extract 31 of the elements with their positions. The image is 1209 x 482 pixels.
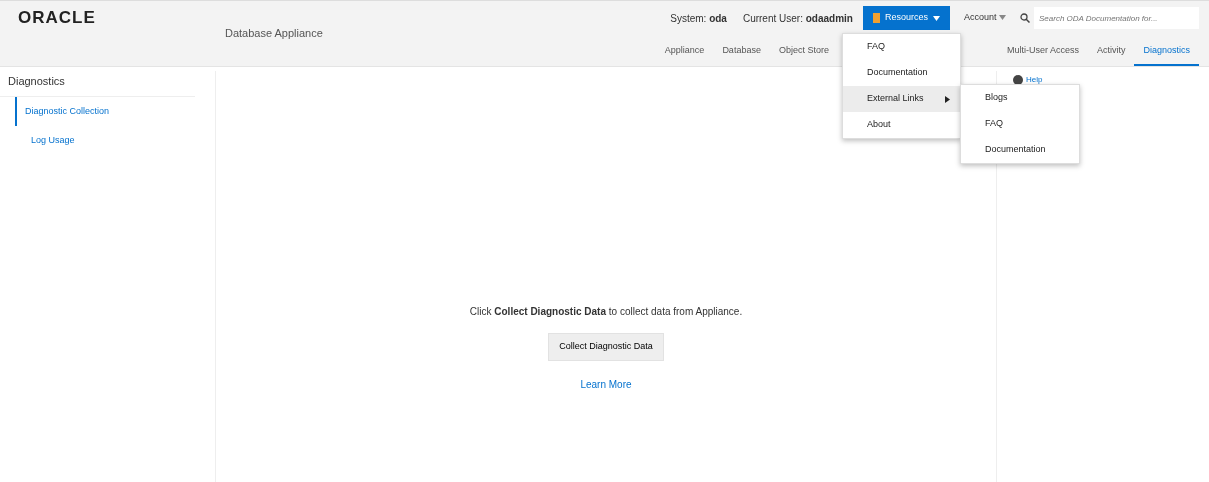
submenu-item[interactable]: Documentation [961, 137, 1079, 163]
oracle-logo: ORACLE [18, 7, 96, 29]
system-label: System: oda [670, 11, 727, 26]
menu-item[interactable]: Documentation [843, 60, 960, 86]
sidebar-item[interactable]: Log Usage [15, 126, 89, 156]
nav-tab[interactable]: Diagnostics [1134, 41, 1199, 66]
collect-diagnostic-data-button[interactable]: Collect Diagnostic Data [548, 333, 664, 361]
search-icon [1020, 13, 1030, 23]
account-menu-button[interactable]: Account [959, 9, 1010, 27]
sidebar-title: Diagnostics [0, 73, 195, 97]
sidebar-item[interactable]: Diagnostic Collection [15, 96, 124, 126]
help-link[interactable]: Help [1026, 76, 1043, 84]
menu-item[interactable]: FAQ [843, 34, 960, 60]
nav-tab[interactable]: Object Store [769, 41, 838, 66]
nav-tab[interactable]: Activity [1087, 41, 1135, 66]
caret-icon [932, 15, 940, 21]
nav-tab[interactable]: Appliance [655, 41, 714, 66]
menu-item[interactable]: External Links [843, 86, 960, 112]
submenu-item[interactable]: Blogs [961, 85, 1079, 111]
submenu-item[interactable]: FAQ [961, 111, 1079, 137]
product-name: Database Appliance [225, 26, 323, 41]
nav-tab[interactable]: Multi-User Access [997, 41, 1088, 66]
instruction-text: Click Collect Diagnostic Data to collect data from Appliance. [469, 305, 743, 319]
search-field[interactable]: Search ODA Documentation for... [1034, 7, 1199, 29]
learn-more-link[interactable]: Learn More [580, 376, 632, 392]
resources-menu-button[interactable]: Resources [862, 6, 950, 30]
menu-item[interactable]: About [843, 112, 960, 138]
caret-icon [999, 15, 1006, 21]
current-user-label: Current User: odaadmin [742, 11, 853, 26]
submenu-arrow-icon [945, 95, 950, 103]
nav-tab[interactable]: Database [713, 41, 770, 66]
